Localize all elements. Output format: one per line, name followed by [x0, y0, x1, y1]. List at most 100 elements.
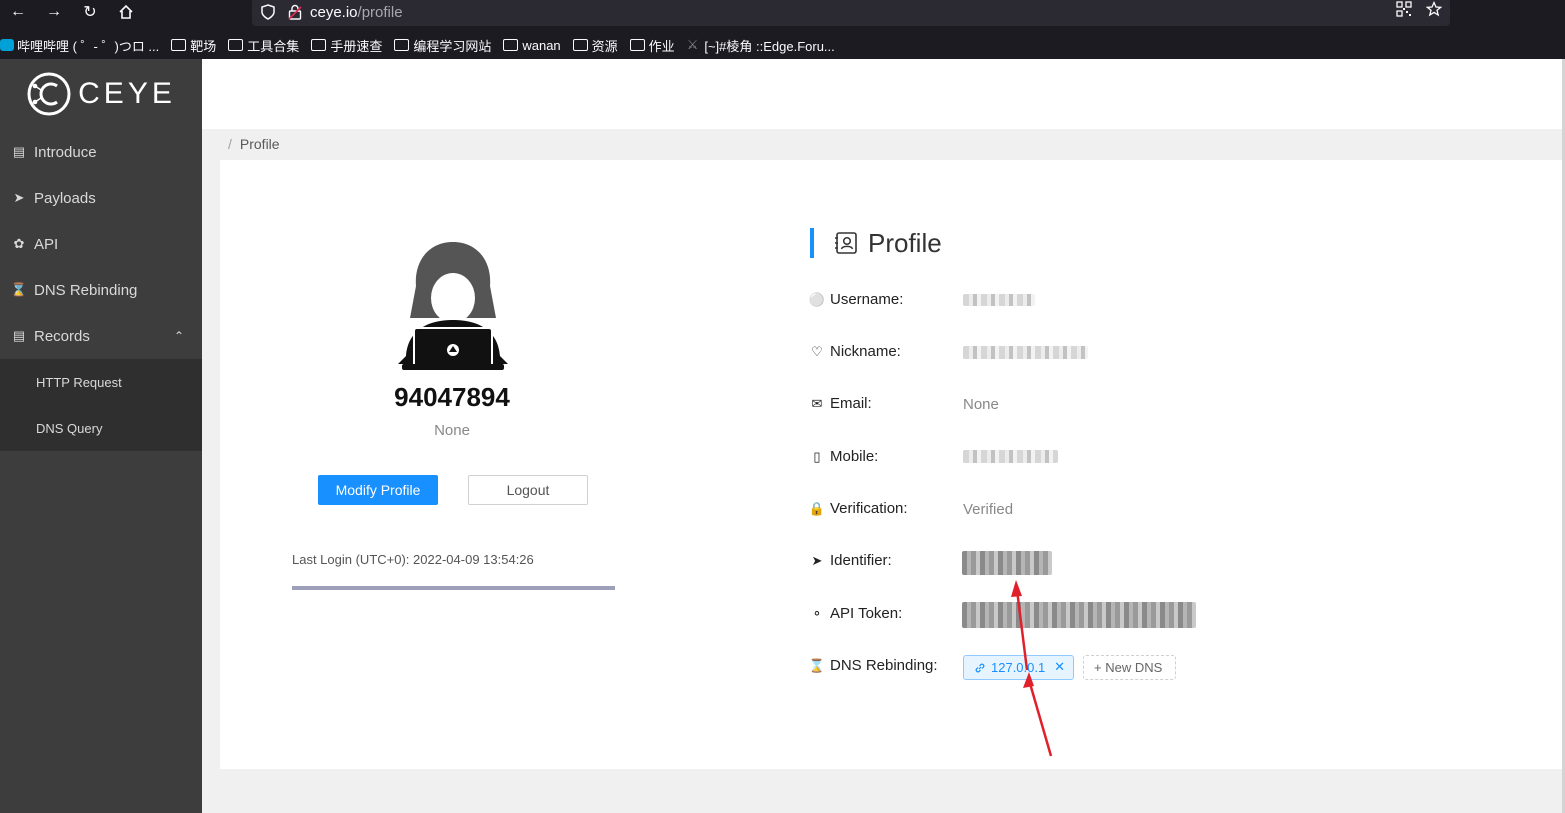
rocket-icon: ➤ — [13, 190, 25, 205]
ceye-logo-icon — [27, 72, 71, 116]
last-login-label: Last Login (UTC+0): — [292, 552, 410, 567]
field-label-text: Nickname: — [830, 343, 901, 360]
top-header — [202, 59, 1565, 129]
bookmarks-bar: 哔哩哔哩 ( ゜- ゜)つロ ... 靶场 工具合集 手册速查 编程学习网站 w… — [0, 33, 847, 57]
nickname-label: ♡ Nickname: — [810, 343, 901, 360]
user-icon: ⚪ — [808, 291, 826, 307]
verification-label: 🔒 Verification: — [808, 500, 908, 517]
address-bar[interactable]: ceye.io/profile — [252, 0, 1450, 26]
api-token-value-redacted — [962, 602, 1196, 628]
url-path: /profile — [357, 3, 403, 21]
folder-icon — [629, 39, 645, 51]
folder-icon — [503, 39, 519, 51]
new-dns-button[interactable]: + New DNS — [1083, 655, 1176, 680]
folder-icon — [572, 39, 588, 51]
sidebar-item-label: DNS Rebinding — [34, 281, 138, 299]
bookmark-folder[interactable]: 工具合集 — [228, 36, 299, 55]
api-token-label: ⚬ API Token: — [810, 605, 903, 622]
shield-icon[interactable] — [260, 4, 276, 20]
field-label-text: Mobile: — [830, 448, 879, 465]
sidebar-item-dns-rebinding[interactable]: ⌛ DNS Rebinding — [0, 267, 202, 313]
bookmark-label: 编程学习网站 — [413, 38, 492, 54]
bookmark-label: 工具合集 — [247, 38, 300, 54]
hourglass-icon: ⌛ — [808, 657, 826, 673]
link-icon — [975, 663, 985, 672]
bookmark-folder[interactable]: 靶场 — [171, 36, 216, 55]
mobile-label: ▯ Mobile: — [810, 448, 878, 465]
reload-icon[interactable]: ↻ — [72, 0, 108, 24]
bookmark-item[interactable]: 哔哩哔哩 ( ゜- ゜)つロ ... — [0, 36, 159, 55]
bookmark-item[interactable]: ⚔ [~]#棱角 ::Edge.Foru... — [687, 36, 835, 55]
logout-button[interactable]: Logout — [468, 475, 588, 505]
field-label-text: DNS Rebinding: — [830, 657, 938, 674]
rocket-icon: ➤ — [811, 552, 823, 568]
sidebar-subitem-label: DNS Query — [36, 420, 103, 436]
sidebar-item-records[interactable]: ▤ Records ⌃ — [0, 313, 202, 359]
sidebar-item-payloads[interactable]: ➤ Payloads — [0, 175, 202, 221]
field-label-text: Verification: — [830, 500, 908, 517]
home-icon[interactable] — [108, 0, 144, 24]
field-label-text: Identifier: — [830, 552, 892, 569]
user-subtitle: None — [434, 422, 470, 439]
sidebar-item-api[interactable]: ✿ API — [0, 221, 202, 267]
identifier-value-redacted — [962, 551, 1052, 575]
contact-card-icon — [835, 232, 857, 254]
qr-code-icon[interactable] — [1396, 1, 1412, 17]
dns-tag: 127.0.0.1 ✕ — [963, 655, 1074, 680]
bookmark-star-icon[interactable] — [1426, 1, 1442, 17]
sidebar-subitem-http-request[interactable]: HTTP Request — [0, 359, 202, 405]
lock-icon: 🔒 — [808, 500, 826, 516]
browser-toolbar: ← → ↻ ceye.io/profile 哔哩哔哩 ( ゜- ゜)つロ ...… — [0, 0, 1565, 59]
close-icon[interactable]: ✕ — [1054, 659, 1065, 675]
url-host: ceye.io — [310, 3, 358, 21]
sidebar-subitem-dns-query[interactable]: DNS Query — [0, 405, 202, 451]
sidebar-item-label: Payloads — [34, 189, 96, 207]
nav-buttons: ← → ↻ — [0, 0, 144, 24]
logo-text: CEYE — [78, 77, 176, 110]
heart-icon: ♡ — [811, 343, 823, 359]
sidebar-item-label: API — [34, 235, 59, 253]
nickname-value-redacted — [963, 346, 1088, 359]
user-id: 94047894 — [394, 382, 510, 412]
modify-profile-button[interactable]: Modify Profile — [318, 475, 438, 505]
bookmark-folder[interactable]: wanan — [503, 37, 561, 53]
folder-icon — [228, 39, 244, 51]
bookmark-label: 手册速查 — [330, 38, 383, 54]
bookmark-folder[interactable]: 作业 — [629, 36, 675, 55]
verification-value: Verified — [963, 501, 1014, 518]
bookmark-folder[interactable]: 资源 — [572, 36, 618, 55]
url-text[interactable]: ceye.io/profile — [310, 4, 403, 21]
back-arrow-icon[interactable]: ← — [0, 0, 36, 24]
field-label-text: API Token: — [830, 605, 903, 622]
list-icon: ▤ — [12, 328, 26, 343]
hourglass-icon: ⌛ — [10, 282, 28, 297]
sidebar: CEYE ▤ Introduce ➤ Payloads ✿ API ⌛ DNS Rebi… — [0, 59, 202, 813]
folder-icon — [311, 39, 327, 51]
mail-icon: ✉ — [811, 395, 823, 411]
breadcrumb: / Profile — [228, 136, 280, 152]
ceye-logo[interactable]: CEYE — [0, 59, 202, 129]
bookmark-label: 靶场 — [190, 38, 217, 54]
sidebar-item-introduce[interactable]: ▤ Introduce — [0, 129, 202, 175]
sidebar-subitem-label: HTTP Request — [36, 374, 122, 390]
forward-arrow-icon[interactable]: → — [36, 0, 72, 24]
sidebar-item-label: Introduce — [34, 143, 97, 161]
book-icon: ▤ — [12, 144, 26, 159]
identifier-label: ➤ Identifier: — [810, 552, 892, 569]
last-login-value: 2022-04-09 13:54:26 — [413, 552, 534, 567]
bookmark-label: wanan — [522, 37, 561, 53]
bookmark-label: 资源 — [591, 38, 618, 54]
email-label: ✉ Email: — [810, 395, 872, 412]
bookmark-folder[interactable]: 编程学习网站 — [394, 36, 491, 55]
username-label: ⚪ Username: — [808, 291, 903, 308]
dns-rebinding-label: ⌛ DNS Rebinding: — [808, 657, 938, 674]
insecure-lock-icon[interactable] — [288, 4, 302, 20]
bookmark-folder[interactable]: 手册速查 — [311, 36, 382, 55]
key-icon: ⚬ — [811, 605, 823, 621]
dns-tag-label: 127.0.0.1 — [991, 660, 1046, 675]
breadcrumb-current: Profile — [239, 136, 280, 152]
chevron-up-icon: ⌃ — [173, 329, 184, 343]
profile-title: Profile — [868, 227, 942, 258]
username-value-redacted — [963, 294, 1035, 306]
field-label-text: Email: — [830, 395, 872, 412]
